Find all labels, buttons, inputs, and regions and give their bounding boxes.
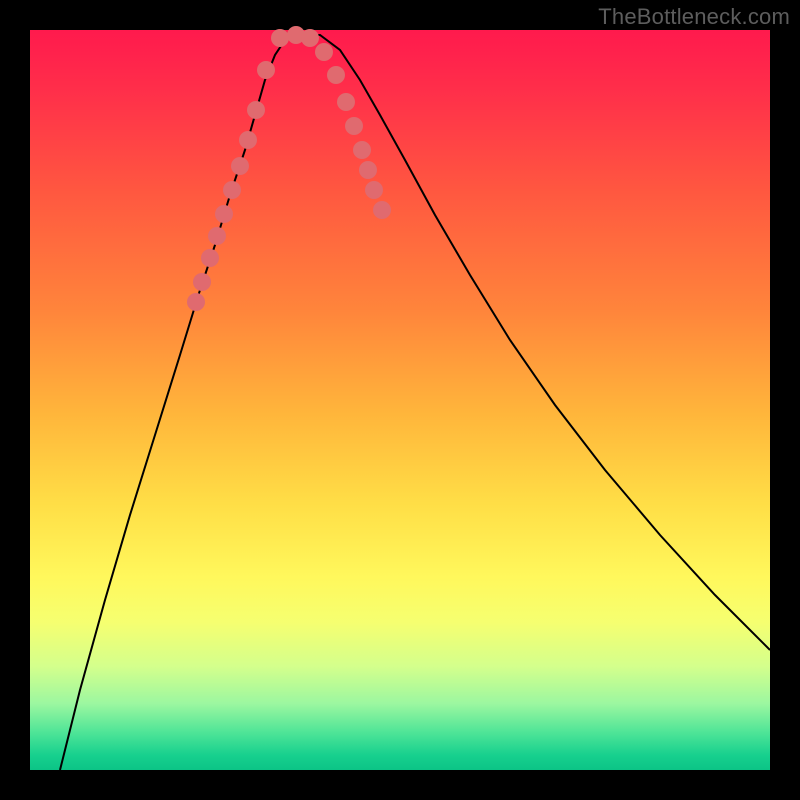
marker-dot <box>271 29 289 47</box>
marker-dot <box>353 141 371 159</box>
marker-dot <box>239 131 257 149</box>
marker-dot <box>187 293 205 311</box>
marker-dot <box>359 161 377 179</box>
marker-dot <box>201 249 219 267</box>
dots-group <box>187 26 391 311</box>
marker-dot <box>215 205 233 223</box>
marker-dot <box>247 101 265 119</box>
plot-area <box>30 30 770 770</box>
watermark-text: TheBottleneck.com <box>598 4 790 30</box>
marker-dot <box>327 66 345 84</box>
marker-dot <box>365 181 383 199</box>
marker-dot <box>223 181 241 199</box>
marker-dot <box>345 117 363 135</box>
marker-dot <box>337 93 355 111</box>
marker-dot <box>315 43 333 61</box>
marker-dot <box>257 61 275 79</box>
curve-svg <box>30 30 770 770</box>
marker-dot <box>301 29 319 47</box>
bottleneck-curve <box>60 35 770 770</box>
chart-frame: TheBottleneck.com <box>0 0 800 800</box>
marker-dot <box>231 157 249 175</box>
marker-dot <box>193 273 211 291</box>
marker-dot <box>373 201 391 219</box>
marker-dot <box>208 227 226 245</box>
